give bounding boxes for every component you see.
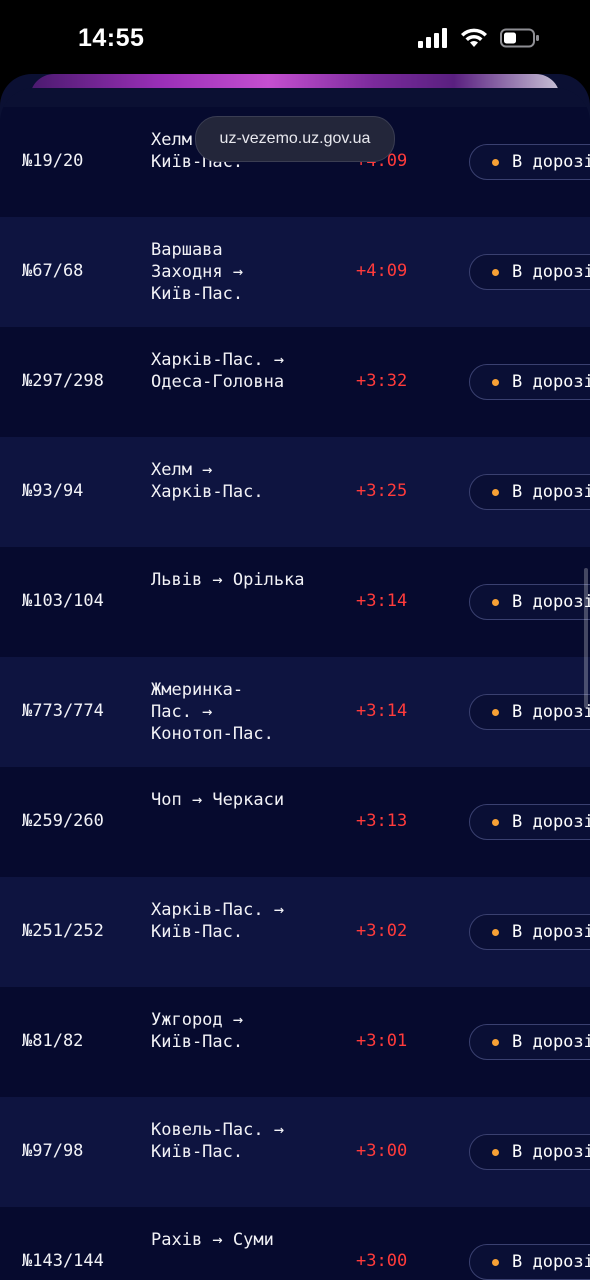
status-badge[interactable]: В дорозі — [469, 1244, 590, 1280]
train-number: №297/298 — [22, 371, 104, 391]
status-badge[interactable]: В дорозі — [469, 254, 590, 290]
status-dot-icon — [492, 158, 499, 166]
status-label: В дорозі — [512, 922, 590, 942]
status-dot-icon — [492, 1148, 499, 1156]
train-number: №773/774 — [22, 701, 104, 721]
train-row[interactable]: №67/68 Варшава Заходня → Київ-Пас. +4:09 В … — [0, 217, 590, 327]
train-route: Жмеринка- Пас. → Конотоп-Пас. — [151, 680, 274, 744]
train-route: Хелм → Харків-Пас. — [151, 460, 264, 502]
delay-time: +3:00 — [356, 1251, 408, 1271]
status-dot-icon — [492, 928, 499, 936]
train-route: Харків-Пас. → Одеса-Головна — [151, 350, 285, 392]
status-badge[interactable]: В дорозі — [469, 584, 590, 620]
delay-time: +3:01 — [356, 1031, 408, 1051]
train-number: №97/98 — [22, 1141, 84, 1161]
train-number: №259/260 — [22, 811, 104, 831]
status-icons — [418, 28, 540, 48]
status-label: В дорозі — [512, 1142, 590, 1162]
train-number: №93/94 — [22, 481, 84, 501]
train-route: Львів → Орілька — [151, 570, 305, 590]
status-dot-icon — [492, 1038, 499, 1046]
train-route: Рахів → Суми — [151, 1230, 274, 1250]
train-number: №103/104 — [22, 591, 104, 611]
status-badge[interactable]: В дорозі — [469, 694, 590, 730]
status-dot-icon — [492, 598, 499, 606]
status-badge[interactable]: В дорозі — [469, 144, 590, 180]
train-row[interactable]: №143/144 Рахів → Суми +3:00 В дорозі — [0, 1207, 590, 1280]
train-row[interactable]: №251/252 Харків-Пас. → Київ-Пас. +3:02 В до… — [0, 877, 590, 987]
train-route: Харків-Пас. → Київ-Пас. — [151, 900, 285, 942]
train-number: №67/68 — [22, 261, 84, 281]
status-label: В дорозі — [512, 152, 590, 172]
train-number: №251/252 — [22, 921, 104, 941]
status-dot-icon — [492, 818, 499, 826]
status-label: В дорозі — [512, 812, 590, 832]
status-badge[interactable]: В дорозі — [469, 474, 590, 510]
train-number: №19/20 — [22, 151, 84, 171]
status-label: В дорозі — [512, 482, 590, 502]
status-time: 14:55 — [78, 24, 145, 52]
status-label: В дорозі — [512, 372, 590, 392]
delay-time: +4:09 — [356, 261, 408, 281]
status-bar: 14:55 — [0, 0, 590, 80]
status-label: В дорозі — [512, 702, 590, 722]
status-badge[interactable]: В дорозі — [469, 1134, 590, 1170]
delay-time: +3:32 — [356, 371, 408, 391]
train-route: Ужгород → Київ-Пас. — [151, 1010, 244, 1052]
status-label: В дорозі — [512, 1032, 590, 1052]
status-dot-icon — [492, 1258, 499, 1266]
cellular-signal-icon — [418, 28, 447, 48]
status-label: В дорозі — [512, 1252, 590, 1272]
train-row[interactable]: №259/260 Чоп → Черкаси +3:13 В дорозі — [0, 767, 590, 877]
status-badge[interactable]: В дорозі — [469, 364, 590, 400]
delay-time: +3:25 — [356, 481, 408, 501]
status-label: В дорозі — [512, 592, 590, 612]
train-row[interactable]: №93/94 Хелм → Харків-Пас. +3:25 В дорозі — [0, 437, 590, 547]
train-number: №143/144 — [22, 1251, 104, 1271]
train-route: Ковель-Пас. → Київ-Пас. — [151, 1120, 285, 1162]
status-badge[interactable]: В дорозі — [469, 914, 590, 950]
train-row[interactable]: №81/82 Ужгород → Київ-Пас. +3:01 В дорозі — [0, 987, 590, 1097]
train-row[interactable]: №97/98 Ковель-Пас. → Київ-Пас. +3:00 В доро… — [0, 1097, 590, 1207]
status-dot-icon — [492, 488, 499, 496]
delay-time: +3:14 — [356, 591, 408, 611]
train-route: Чоп → Черкаси — [151, 790, 285, 810]
train-route: Варшава Заходня → Київ-Пас. — [151, 240, 244, 304]
train-row[interactable]: №103/104 Львів → Орілька +3:14 В дорозі — [0, 547, 590, 657]
status-badge[interactable]: В дорозі — [469, 804, 590, 840]
delays-sheet: uz-vezemo.uz.gov.ua №19/20 Хелм Київ-Пас.… — [0, 88, 590, 1280]
wifi-icon — [461, 28, 487, 47]
status-dot-icon — [492, 708, 499, 716]
train-row[interactable]: №297/298 Харків-Пас. → Одеса-Головна +3:32… — [0, 327, 590, 437]
scrollbar[interactable] — [584, 568, 588, 708]
url-bar[interactable]: uz-vezemo.uz.gov.ua — [195, 116, 395, 162]
delay-time: +3:13 — [356, 811, 408, 831]
delay-time: +3:14 — [356, 701, 408, 721]
train-number: №81/82 — [22, 1031, 84, 1051]
status-dot-icon — [492, 378, 499, 386]
delay-time: +3:02 — [356, 921, 408, 941]
delay-time: +3:00 — [356, 1141, 408, 1161]
status-label: В дорозі — [512, 262, 590, 282]
train-row[interactable]: №773/774 Жмеринка- Пас. → Конотоп-Пас. +3:… — [0, 657, 590, 767]
status-dot-icon — [492, 268, 499, 276]
battery-icon — [500, 28, 539, 48]
status-badge[interactable]: В дорозі — [469, 1024, 590, 1060]
browser-viewport: uz-vezemo.uz.gov.ua №19/20 Хелм Київ-Пас.… — [0, 74, 590, 1280]
